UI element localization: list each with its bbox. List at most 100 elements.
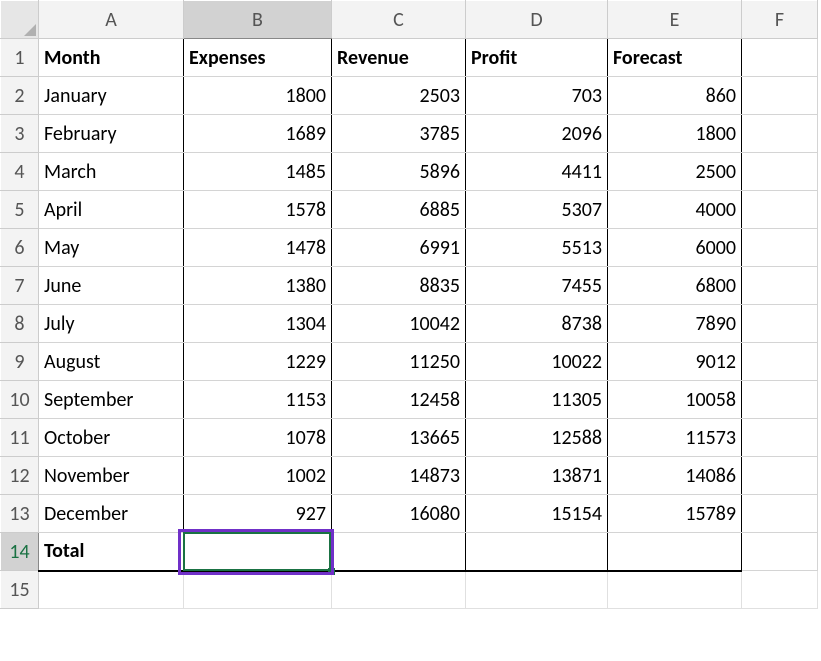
cell-D2[interactable]: 703 bbox=[466, 77, 608, 115]
cell-B5[interactable]: 1578 bbox=[184, 191, 332, 229]
cell-A6[interactable]: May bbox=[39, 229, 184, 267]
cell-E14[interactable] bbox=[608, 533, 742, 571]
cell-B7[interactable]: 1380 bbox=[184, 267, 332, 305]
cell-C6[interactable]: 6991 bbox=[332, 229, 466, 267]
cell-B1[interactable]: Expenses bbox=[184, 39, 332, 77]
cell-B2[interactable]: 1800 bbox=[184, 77, 332, 115]
cell-D12[interactable]: 13871 bbox=[466, 457, 608, 495]
row-header-11[interactable]: 11 bbox=[1, 419, 39, 457]
cell-D11[interactable]: 12588 bbox=[466, 419, 608, 457]
cell-F15[interactable] bbox=[742, 571, 818, 609]
cell-D10[interactable]: 11305 bbox=[466, 381, 608, 419]
cell-F8[interactable] bbox=[742, 305, 818, 343]
cell-C10[interactable]: 12458 bbox=[332, 381, 466, 419]
cell-B3[interactable]: 1689 bbox=[184, 115, 332, 153]
row-header-9[interactable]: 9 bbox=[1, 343, 39, 381]
col-header-F[interactable]: F bbox=[742, 1, 818, 39]
cell-D1[interactable]: Profit bbox=[466, 39, 608, 77]
col-header-B[interactable]: B bbox=[184, 1, 332, 39]
cell-C12[interactable]: 14873 bbox=[332, 457, 466, 495]
cell-E10[interactable]: 10058 bbox=[608, 381, 742, 419]
cell-A9[interactable]: August bbox=[39, 343, 184, 381]
cell-F4[interactable] bbox=[742, 153, 818, 191]
cell-B11[interactable]: 1078 bbox=[184, 419, 332, 457]
cell-A1[interactable]: Month bbox=[39, 39, 184, 77]
cell-D4[interactable]: 4411 bbox=[466, 153, 608, 191]
cell-A14[interactable]: Total bbox=[39, 533, 184, 571]
row-header-8[interactable]: 8 bbox=[1, 305, 39, 343]
cell-F3[interactable] bbox=[742, 115, 818, 153]
cell-E13[interactable]: 15789 bbox=[608, 495, 742, 533]
select-all-corner[interactable] bbox=[1, 1, 39, 39]
cell-A15[interactable] bbox=[39, 571, 184, 609]
cell-C7[interactable]: 8835 bbox=[332, 267, 466, 305]
spreadsheet-grid[interactable]: A B C D E F 1 Month Expenses Revenue Pro… bbox=[0, 0, 818, 609]
cell-E15[interactable] bbox=[608, 571, 742, 609]
cell-E2[interactable]: 860 bbox=[608, 77, 742, 115]
cell-F10[interactable] bbox=[742, 381, 818, 419]
cell-B8[interactable]: 1304 bbox=[184, 305, 332, 343]
cell-E9[interactable]: 9012 bbox=[608, 343, 742, 381]
col-header-A[interactable]: A bbox=[39, 1, 184, 39]
row-header-15[interactable]: 15 bbox=[1, 571, 39, 609]
cell-A12[interactable]: November bbox=[39, 457, 184, 495]
cell-E6[interactable]: 6000 bbox=[608, 229, 742, 267]
row-header-14[interactable]: 14 bbox=[1, 533, 39, 571]
row-header-3[interactable]: 3 bbox=[1, 115, 39, 153]
cell-F12[interactable] bbox=[742, 457, 818, 495]
cell-E8[interactable]: 7890 bbox=[608, 305, 742, 343]
cell-E5[interactable]: 4000 bbox=[608, 191, 742, 229]
cell-C11[interactable]: 13665 bbox=[332, 419, 466, 457]
cell-D15[interactable] bbox=[466, 571, 608, 609]
col-header-E[interactable]: E bbox=[608, 1, 742, 39]
cell-C14[interactable] bbox=[332, 533, 466, 571]
cell-C2[interactable]: 2503 bbox=[332, 77, 466, 115]
cell-C1[interactable]: Revenue bbox=[332, 39, 466, 77]
cell-A3[interactable]: February bbox=[39, 115, 184, 153]
cell-D3[interactable]: 2096 bbox=[466, 115, 608, 153]
cell-E12[interactable]: 14086 bbox=[608, 457, 742, 495]
cell-F11[interactable] bbox=[742, 419, 818, 457]
cell-E11[interactable]: 11573 bbox=[608, 419, 742, 457]
row-header-2[interactable]: 2 bbox=[1, 77, 39, 115]
row-header-7[interactable]: 7 bbox=[1, 267, 39, 305]
cell-B10[interactable]: 1153 bbox=[184, 381, 332, 419]
cell-E7[interactable]: 6800 bbox=[608, 267, 742, 305]
cell-F13[interactable] bbox=[742, 495, 818, 533]
cell-E1[interactable]: Forecast bbox=[608, 39, 742, 77]
col-header-C[interactable]: C bbox=[332, 1, 466, 39]
row-header-13[interactable]: 13 bbox=[1, 495, 39, 533]
cell-D8[interactable]: 8738 bbox=[466, 305, 608, 343]
cell-D14[interactable] bbox=[466, 533, 608, 571]
cell-C5[interactable]: 6885 bbox=[332, 191, 466, 229]
cell-B14[interactable] bbox=[184, 533, 332, 571]
col-header-D[interactable]: D bbox=[466, 1, 608, 39]
cell-F5[interactable] bbox=[742, 191, 818, 229]
cell-A4[interactable]: March bbox=[39, 153, 184, 191]
cell-F6[interactable] bbox=[742, 229, 818, 267]
cell-D6[interactable]: 5513 bbox=[466, 229, 608, 267]
cell-B13[interactable]: 927 bbox=[184, 495, 332, 533]
cell-C8[interactable]: 10042 bbox=[332, 305, 466, 343]
row-header-5[interactable]: 5 bbox=[1, 191, 39, 229]
cell-A11[interactable]: October bbox=[39, 419, 184, 457]
cell-A8[interactable]: July bbox=[39, 305, 184, 343]
cell-D13[interactable]: 15154 bbox=[466, 495, 608, 533]
cell-C15[interactable] bbox=[332, 571, 466, 609]
cell-A2[interactable]: January bbox=[39, 77, 184, 115]
cell-C4[interactable]: 5896 bbox=[332, 153, 466, 191]
cell-F7[interactable] bbox=[742, 267, 818, 305]
row-header-6[interactable]: 6 bbox=[1, 229, 39, 267]
cell-C3[interactable]: 3785 bbox=[332, 115, 466, 153]
cell-F14[interactable] bbox=[742, 533, 818, 571]
cell-C13[interactable]: 16080 bbox=[332, 495, 466, 533]
cell-A13[interactable]: December bbox=[39, 495, 184, 533]
cell-B9[interactable]: 1229 bbox=[184, 343, 332, 381]
cell-E4[interactable]: 2500 bbox=[608, 153, 742, 191]
cell-D9[interactable]: 10022 bbox=[466, 343, 608, 381]
cell-A10[interactable]: September bbox=[39, 381, 184, 419]
cell-F1[interactable] bbox=[742, 39, 818, 77]
cell-B12[interactable]: 1002 bbox=[184, 457, 332, 495]
cell-D7[interactable]: 7455 bbox=[466, 267, 608, 305]
cell-E3[interactable]: 1800 bbox=[608, 115, 742, 153]
